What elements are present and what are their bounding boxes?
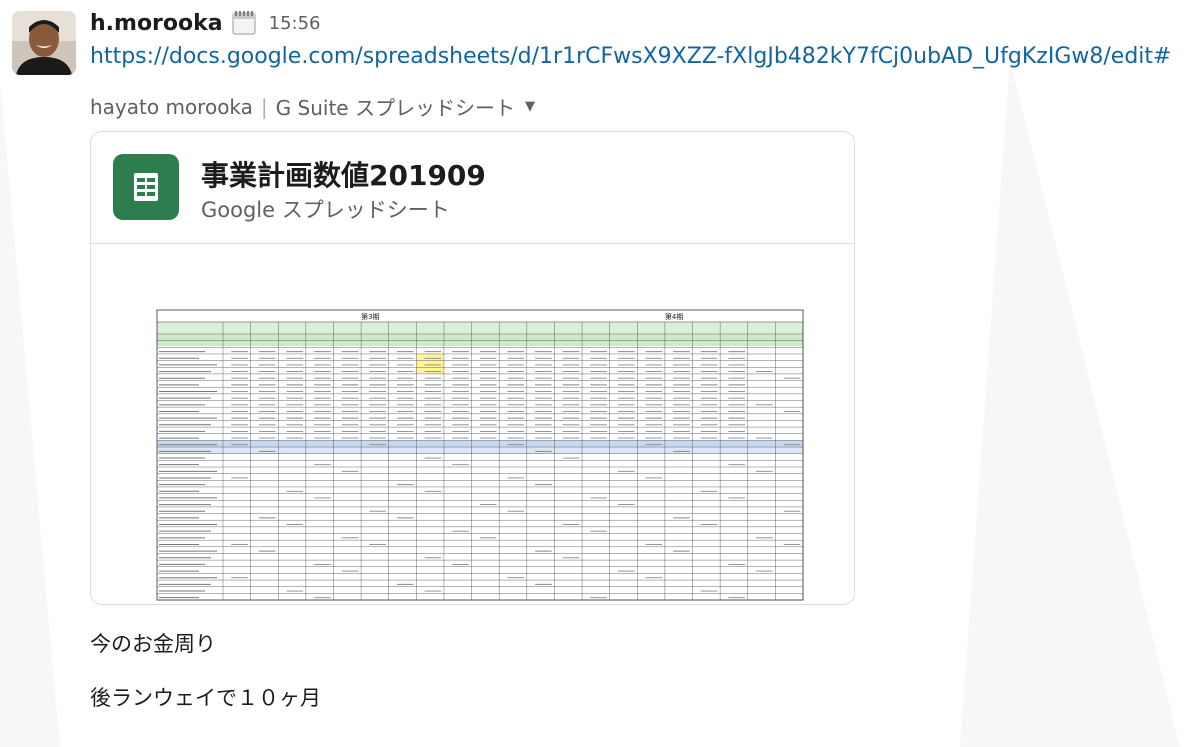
message-line-2: 後ランウェイで１０ヶ月 xyxy=(90,686,321,710)
link-preview-card[interactable]: 事業計画数値201909 Google スプレッドシート 第3期 第4期 xyxy=(90,131,855,605)
spreadsheet-preview-image[interactable]: 第3期 第4期 xyxy=(91,244,854,604)
card-subtitle: Google スプレッドシート xyxy=(201,198,450,222)
attribution-app: G Suite スプレッドシート xyxy=(275,96,515,120)
chevron-down-icon[interactable]: ▼ xyxy=(525,99,535,114)
attribution-separator: | xyxy=(260,94,268,119)
calendar-icon xyxy=(231,10,257,36)
message-header: h.morooka 15:56 xyxy=(90,8,321,38)
google-sheets-icon xyxy=(113,154,179,220)
avatar[interactable] xyxy=(12,11,76,75)
attribution-author: hayato morooka xyxy=(90,94,253,119)
preview-period-label: 第4期 xyxy=(665,312,683,321)
card-title[interactable]: 事業計画数値201909 xyxy=(201,154,486,194)
link-attribution: hayato morooka | G Suite スプレッドシート ▼ xyxy=(90,92,535,121)
spreadsheet-link[interactable]: https://docs.google.com/spreadsheets/d/1… xyxy=(90,44,1200,69)
card-header: 事業計画数値201909 Google スプレッドシート xyxy=(91,132,854,244)
chat-message: h.morooka 15:56 https://docs.google.com/… xyxy=(0,0,1200,747)
username[interactable]: h.morooka xyxy=(90,11,223,36)
timestamp[interactable]: 15:56 xyxy=(269,13,321,34)
preview-period-label: 第3期 xyxy=(361,312,379,321)
message-line-1: 今のお金周り xyxy=(90,632,216,656)
